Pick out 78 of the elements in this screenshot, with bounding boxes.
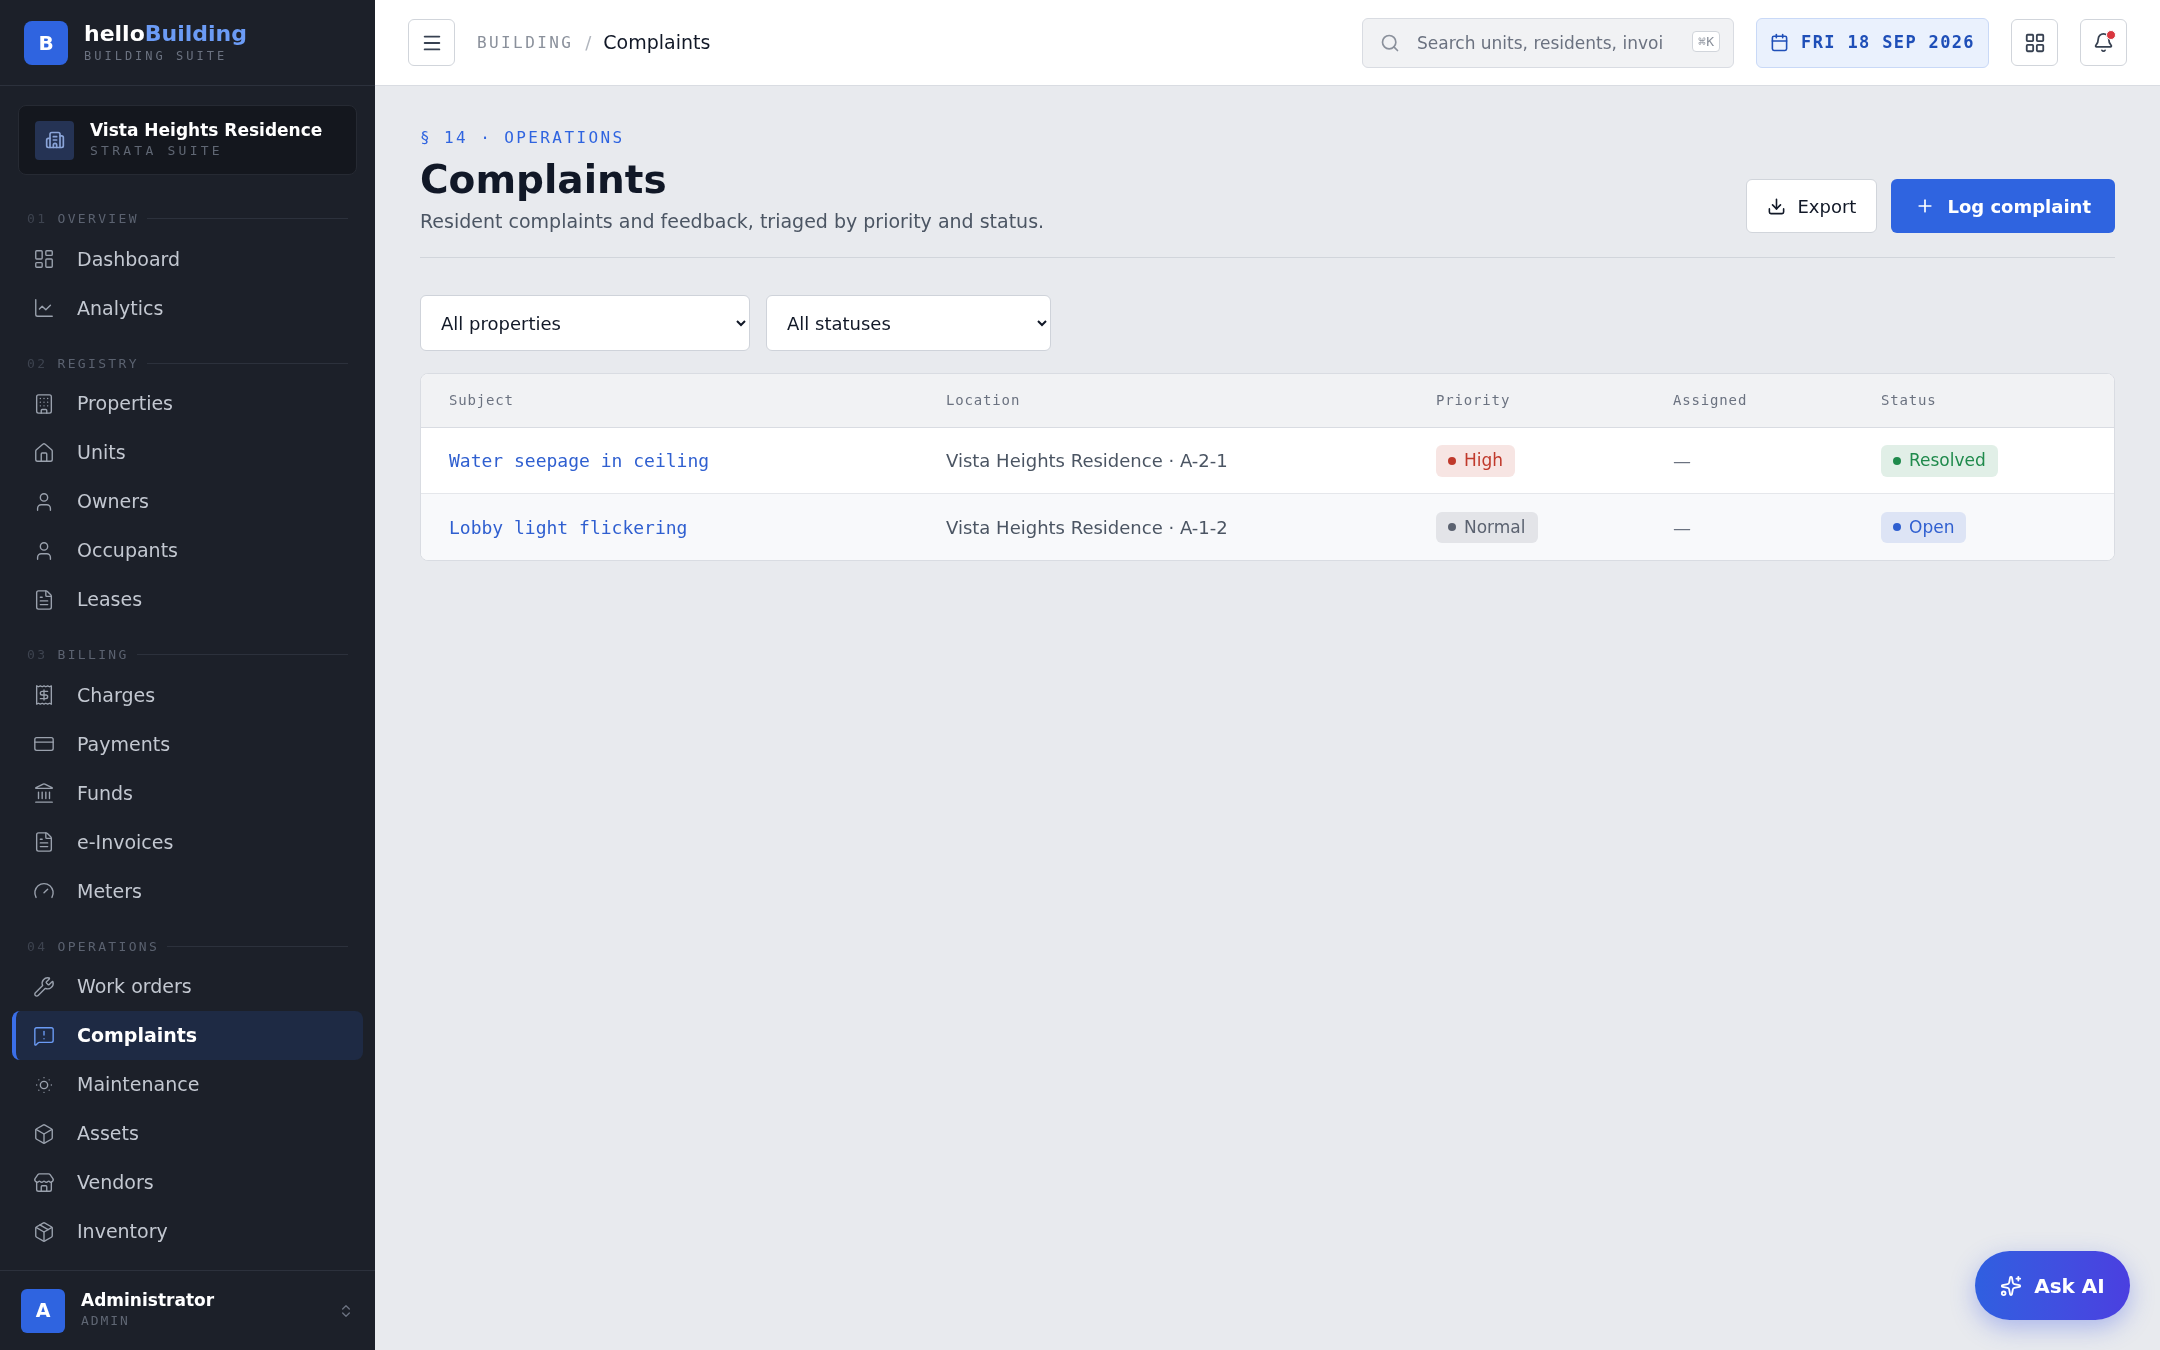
user-role: ADMIN (81, 1312, 131, 1331)
brand-name: helloBuilding (84, 19, 247, 48)
house-icon (33, 441, 55, 464)
property-subtitle: STRATA SUITE (90, 141, 224, 160)
shortcut-key: ⌘K (1692, 30, 1720, 52)
line-chart-icon (33, 297, 55, 319)
ask-ai-button[interactable]: Ask AI (1975, 1251, 2130, 1320)
sidebar-item[interactable]: Owners (12, 477, 363, 526)
sidebar-item[interactable]: Occupants (12, 526, 363, 575)
table-row[interactable]: Lobby light flickering Vista Heights Residence · A-1-2 Normal — Open (421, 494, 2114, 561)
property-card[interactable]: Vista Heights Residence STRATA SUITE (18, 105, 357, 175)
status-badge: Normal (1436, 511, 1538, 543)
store-icon (33, 1171, 55, 1194)
search-icon (1380, 32, 1400, 53)
logo-icon: B (24, 20, 68, 65)
column-header: Assigned (1673, 391, 1749, 411)
building-icon (33, 392, 55, 415)
sidebar-item[interactable]: Assets (12, 1109, 363, 1158)
date-button[interactable]: FRI 18 SEP 2026 (1756, 17, 1989, 68)
status-badge: High (1436, 445, 1516, 477)
complaint-link[interactable]: Water seepage in ceiling (449, 447, 946, 475)
status-badge: Resolved (1881, 445, 1998, 477)
page-title: Complaints (420, 156, 668, 204)
sidebar-item[interactable]: Units (12, 428, 363, 477)
sidebar-item[interactable]: Analytics (12, 283, 363, 333)
package-icon (33, 1220, 55, 1243)
column-header: Location (946, 391, 1022, 411)
column-header: Priority (1436, 391, 1512, 411)
document-icon (33, 588, 55, 611)
sidebar-item[interactable]: Dashboard (12, 234, 363, 284)
sidebar-item[interactable]: Complaints (12, 1011, 363, 1060)
filter-dropdown[interactable]: All properties (420, 295, 750, 352)
building-icon (35, 120, 74, 160)
user-name: Administrator (81, 1290, 216, 1312)
table-cell-text: Vista Heights Residence · A-1-2 (946, 515, 1229, 540)
page-subtitle: Resident complaints and feedback, triaged by priority and status. (420, 208, 1045, 234)
sidebar-item[interactable]: Payments (12, 719, 363, 769)
complaint-link[interactable]: Lobby light flickering (449, 513, 946, 541)
filter-dropdown[interactable]: All statuses (766, 295, 1051, 352)
property-name: Vista Heights Residence (90, 119, 323, 141)
sidebar-item[interactable]: Maintenance (12, 1060, 363, 1109)
breadcrumb-separator: / (585, 31, 592, 55)
apps-button[interactable] (2011, 19, 2058, 66)
notifications-button[interactable] (2080, 19, 2127, 66)
sidebar-item[interactable]: Leases (12, 575, 363, 624)
column-header: Status (1881, 391, 1938, 411)
column-header: Subject (449, 391, 515, 411)
sparkle-icon (2000, 1274, 2023, 1297)
log-complaint-button[interactable]: Log complaint (1891, 179, 2115, 234)
sidebar-item[interactable]: Charges (12, 670, 363, 720)
dashboard-icon (33, 248, 55, 270)
menu-button[interactable] (408, 19, 455, 66)
user-avatar: A (21, 1288, 65, 1333)
grid-icon (2023, 31, 2046, 54)
table-cell-text: Vista Heights Residence · A-2-1 (946, 449, 1229, 474)
sidebar-item[interactable]: Properties (12, 379, 363, 428)
export-button[interactable]: Export (1745, 179, 1878, 234)
cube-icon (33, 1122, 55, 1145)
bell-icon (2093, 32, 2114, 53)
document-icon (33, 831, 55, 853)
breadcrumb-current: Complaints (603, 30, 711, 56)
download-icon (1766, 196, 1786, 216)
sidebar-item[interactable]: e-Invoices (12, 817, 363, 867)
table-cell-text: — (1673, 515, 1691, 540)
message-alert-icon (33, 1024, 55, 1047)
sidebar-item[interactable]: Vendors (12, 1158, 363, 1207)
bank-icon (33, 782, 55, 804)
sidebar-item[interactable]: Meters (12, 866, 363, 916)
receipt-icon (33, 684, 55, 706)
status-badge: Open (1881, 511, 1967, 543)
brand-subtitle: BUILDING SUITE (84, 48, 229, 66)
table-cell-text: — (1673, 449, 1691, 474)
sidebar-item[interactable]: Work orders (12, 962, 363, 1011)
sidebar-item[interactable]: Funds (12, 768, 363, 818)
section-eyebrow: § 14 · OPERATIONS (420, 127, 626, 149)
calendar-icon (1770, 33, 1790, 52)
wrench-icon (33, 975, 55, 998)
sidebar-item[interactable]: Inventory (12, 1207, 363, 1256)
